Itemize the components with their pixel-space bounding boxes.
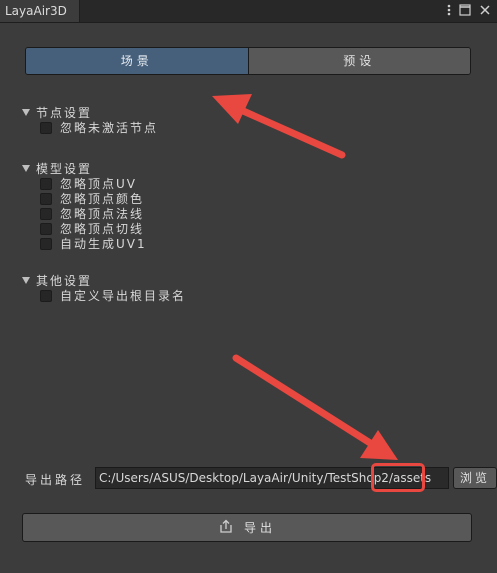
option-label: 自定义导出根目录名 xyxy=(60,289,187,303)
group-header[interactable]: 其他设置 xyxy=(22,272,186,288)
group-other-settings: 其他设置 自定义导出根目录名 xyxy=(22,272,186,303)
mode-segmented-control: 场景 预设 xyxy=(25,47,471,75)
checkbox[interactable] xyxy=(40,222,52,235)
tab-preset[interactable]: 预设 xyxy=(248,48,470,74)
checkbox[interactable] xyxy=(40,237,52,250)
option-ignore-vertex-color[interactable]: 忽略顶点颜色 xyxy=(40,191,147,206)
group-title: 其他设置 xyxy=(36,273,93,288)
group-node-settings: 节点设置 忽略未激活节点 xyxy=(22,104,158,135)
browse-button[interactable]: 浏览 xyxy=(453,467,497,489)
export-button[interactable]: 导出 xyxy=(22,513,472,542)
option-ignore-inactive-nodes[interactable]: 忽略未激活节点 xyxy=(40,120,158,135)
more-options-icon[interactable] xyxy=(447,3,451,17)
option-custom-export-root-name[interactable]: 自定义导出根目录名 xyxy=(40,288,186,303)
expand-triangle-icon[interactable] xyxy=(22,164,30,172)
checkbox[interactable] xyxy=(40,121,52,134)
maximize-icon[interactable] xyxy=(459,3,471,17)
option-ignore-vertex-normal[interactable]: 忽略顶点法线 xyxy=(40,206,147,221)
group-header[interactable]: 节点设置 xyxy=(22,104,158,120)
title-bar: LayaAir3D xyxy=(0,0,497,23)
checkbox[interactable] xyxy=(40,192,52,205)
checkbox[interactable] xyxy=(40,289,52,302)
option-auto-generate-uv1[interactable]: 自动生成UV1 xyxy=(40,236,147,251)
group-title: 节点设置 xyxy=(36,105,93,120)
option-ignore-vertex-uv[interactable]: 忽略顶点UV xyxy=(40,176,147,191)
annotation-highlight-box xyxy=(371,463,425,492)
export-path-label: 导出路径 xyxy=(25,473,86,487)
export-label: 导出 xyxy=(243,521,276,535)
export-icon xyxy=(218,519,234,537)
annotation-arrow-up xyxy=(212,94,346,159)
option-ignore-vertex-tangent[interactable]: 忽略顶点切线 xyxy=(40,221,147,236)
annotation-arrow-down xyxy=(232,354,398,460)
option-label: 忽略未激活节点 xyxy=(60,121,159,135)
group-title: 模型设置 xyxy=(36,161,93,176)
checkbox[interactable] xyxy=(40,177,52,190)
option-label: 自动生成UV1 xyxy=(60,237,147,251)
checkbox[interactable] xyxy=(40,207,52,220)
group-header[interactable]: 模型设置 xyxy=(22,160,147,176)
expand-triangle-icon[interactable] xyxy=(22,276,30,284)
close-icon[interactable] xyxy=(479,3,491,17)
expand-triangle-icon[interactable] xyxy=(22,108,30,116)
window-tab[interactable]: LayaAir3D xyxy=(0,0,80,22)
group-model-settings: 模型设置 忽略顶点UV 忽略顶点颜色 忽略顶点法线 忽略顶点切线 自动生成UV1 xyxy=(22,160,147,251)
tab-scene[interactable]: 场景 xyxy=(26,48,249,74)
